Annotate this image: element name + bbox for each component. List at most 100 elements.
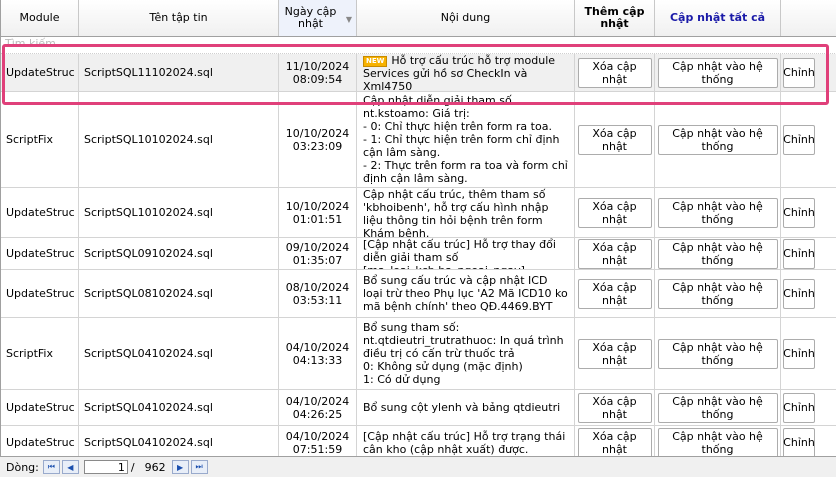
last-page-icon[interactable]: ⏭ — [190, 460, 208, 474]
apply-update-button[interactable]: Cập nhật vào hệ thống — [657, 124, 778, 155]
edit-button[interactable]: Chỉnh — [783, 197, 815, 228]
cell-module: UpdateStruc — [1, 390, 79, 425]
cell-file: ScriptSQL10102024.sql — [79, 92, 279, 187]
apply-update-button[interactable]: Cập nhật vào hệ thống — [657, 57, 778, 88]
table-row[interactable]: UpdateStruc ScriptSQL08102024.sql 08/10/… — [1, 270, 836, 318]
cell-desc: Bổ sung tham số: nt.qtdieutri_trutrathuo… — [357, 318, 575, 389]
cell-date-day: 09/10/2024 — [285, 240, 350, 254]
table-row[interactable]: UpdateStruc ScriptSQL11102024.sql 11/10/… — [1, 54, 836, 92]
cell-date-day: 10/10/2024 — [285, 126, 350, 140]
edit-button[interactable]: Chỉnh — [783, 238, 815, 269]
cell-file: ScriptSQL04102024.sql — [79, 318, 279, 389]
cell-date-day: 04/10/2024 — [285, 429, 350, 443]
apply-update-button[interactable]: Cập nhật vào hệ thống — [657, 392, 778, 423]
cell-module: UpdateStruc — [1, 54, 79, 91]
cell-date-day: 04/10/2024 — [285, 340, 350, 354]
header-add-update[interactable]: Thêm cập nhật — [575, 0, 655, 36]
cell-date-time: 07:51:59 — [292, 442, 343, 456]
cell-module: UpdateStruc — [1, 270, 79, 317]
cell-date-time: 08:09:54 — [292, 72, 343, 86]
first-page-icon[interactable]: ⏮ — [42, 460, 60, 474]
cell-desc-text: Bổ sung cột ylenh và bảng qtdieutri — [363, 401, 561, 414]
cell-module: UpdateStruc — [1, 238, 79, 269]
header-update-all[interactable]: Cập nhật tất cả — [655, 0, 781, 36]
table-row[interactable]: UpdateStruc ScriptSQL09102024.sql 09/10/… — [1, 238, 836, 270]
cell-desc: NEW Hỗ trợ cấu trúc hỗ trợ module Service… — [357, 54, 575, 91]
header-date-label: Ngày cập nhật — [284, 5, 337, 30]
cell-date-time: 04:26:25 — [292, 407, 343, 421]
cell-file: ScriptSQL11102024.sql — [79, 54, 279, 91]
cell-desc-text: Cập nhật cấu trúc, thêm tham số 'kbhoibe… — [363, 188, 549, 237]
cell-date: 04/10/2024 04:13:33 — [279, 318, 357, 389]
delete-update-button[interactable]: Xóa cập nhật — [577, 238, 652, 269]
header-desc[interactable]: Nội dung — [357, 0, 575, 36]
cell-date-day: 10/10/2024 — [285, 199, 350, 213]
cell-date: 10/10/2024 03:23:09 — [279, 92, 357, 187]
filter-row[interactable]: Tìm kiếm — [1, 36, 836, 54]
apply-update-button[interactable]: Cập nhật vào hệ thống — [657, 278, 778, 309]
sort-desc-icon: ▼ — [345, 15, 352, 24]
next-page-icon[interactable]: ▶ — [171, 460, 189, 474]
edit-button[interactable]: Chỉnh — [783, 338, 815, 369]
cell-file: ScriptSQL04102024.sql — [79, 390, 279, 425]
header-date[interactable]: Ngày cập nhật ▼ — [279, 0, 357, 36]
delete-update-button[interactable]: Xóa cập nhật — [577, 124, 652, 155]
cell-desc-text: [Cập nhật cấu trúc] Hỗ trợ trạng thái câ… — [363, 429, 566, 456]
cell-desc-text: Bổ sung cấu trúc và cập nhật ICD loại tr… — [363, 274, 568, 313]
cell-date: 10/10/2024 01:01:51 — [279, 188, 357, 237]
delete-update-button[interactable]: Xóa cập nhật — [577, 338, 652, 369]
cell-module: UpdateStruc — [1, 188, 79, 237]
cell-desc-text: Cập nhật diễn giải tham số nt.kstoamo: G… — [363, 94, 568, 185]
edit-button[interactable]: Chỉnh — [783, 427, 815, 456]
cell-desc: Bổ sung cột ylenh và bảng qtdieutri — [357, 390, 575, 425]
table-row[interactable]: ScriptFix ScriptSQL04102024.sql 04/10/20… — [1, 318, 836, 390]
edit-button[interactable]: Chỉnh — [783, 392, 815, 423]
cell-desc-text: Bổ sung tham số: nt.qtdieutri_trutrathuo… — [363, 321, 564, 386]
delete-update-button[interactable]: Xóa cập nhật — [577, 427, 652, 456]
delete-update-button[interactable]: Xóa cập nhật — [577, 392, 652, 423]
cell-date-time: 04:13:33 — [292, 353, 343, 367]
cell-module: ScriptFix — [1, 92, 79, 187]
delete-update-button[interactable]: Xóa cập nhật — [577, 278, 652, 309]
cell-date-time: 01:01:51 — [292, 212, 343, 226]
table-row[interactable]: UpdateStruc ScriptSQL04102024.sql 04/10/… — [1, 426, 836, 456]
prev-page-icon[interactable]: ◀ — [61, 460, 79, 474]
cell-date-time: 03:53:11 — [292, 293, 343, 307]
edit-button[interactable]: Chỉnh — [783, 124, 815, 155]
cell-desc-text: Hỗ trợ cấu trúc hỗ trợ module Services g… — [363, 54, 556, 91]
update-grid: Module Tên tập tin Ngày cập nhật ▼ Nội d… — [0, 0, 836, 456]
cell-desc: Cập nhật cấu trúc, thêm tham số 'kbhoibe… — [357, 188, 575, 237]
cell-file: ScriptSQL10102024.sql — [79, 188, 279, 237]
cell-date-day: 11/10/2024 — [285, 59, 350, 73]
cell-file: ScriptSQL08102024.sql — [79, 270, 279, 317]
table-row[interactable]: ScriptFix ScriptSQL10102024.sql 10/10/20… — [1, 92, 836, 188]
cell-module: ScriptFix — [1, 318, 79, 389]
cell-desc: [Cập nhật cấu trúc] Hỗ trợ thay đổi diễn… — [357, 238, 575, 269]
total-pages: 962 — [144, 460, 166, 474]
delete-update-button[interactable]: Xóa cập nhật — [577, 57, 652, 88]
header-edit — [781, 0, 836, 36]
apply-update-button[interactable]: Cập nhật vào hệ thống — [657, 197, 778, 228]
edit-button[interactable]: Chỉnh — [783, 57, 815, 88]
table-row[interactable]: UpdateStruc ScriptSQL04102024.sql 04/10/… — [1, 390, 836, 426]
new-badge-icon: NEW — [363, 55, 388, 67]
cell-module: UpdateStruc — [1, 426, 79, 456]
cell-date-day: 08/10/2024 — [285, 280, 350, 294]
header-file[interactable]: Tên tập tin — [79, 0, 279, 36]
apply-update-button[interactable]: Cập nhật vào hệ thống — [657, 427, 778, 456]
apply-update-button[interactable]: Cập nhật vào hệ thống — [657, 238, 778, 269]
pager-separator: / — [130, 460, 135, 474]
edit-button[interactable]: Chỉnh — [783, 278, 815, 309]
delete-update-button[interactable]: Xóa cập nhật — [577, 197, 652, 228]
cell-date: 09/10/2024 01:35:07 — [279, 238, 357, 269]
page-input[interactable] — [83, 460, 128, 474]
apply-update-button[interactable]: Cập nhật vào hệ thống — [657, 338, 778, 369]
cell-date-day: 04/10/2024 — [285, 394, 350, 408]
cell-date: 04/10/2024 07:51:59 — [279, 426, 357, 456]
cell-file: ScriptSQL04102024.sql — [79, 426, 279, 456]
cell-date: 08/10/2024 03:53:11 — [279, 270, 357, 317]
table-row[interactable]: UpdateStruc ScriptSQL10102024.sql 10/10/… — [1, 188, 836, 238]
cell-desc: Bổ sung cấu trúc và cập nhật ICD loại tr… — [357, 270, 575, 317]
header-module[interactable]: Module — [1, 0, 79, 36]
cell-desc: Cập nhật diễn giải tham số nt.kstoamo: G… — [357, 92, 575, 187]
